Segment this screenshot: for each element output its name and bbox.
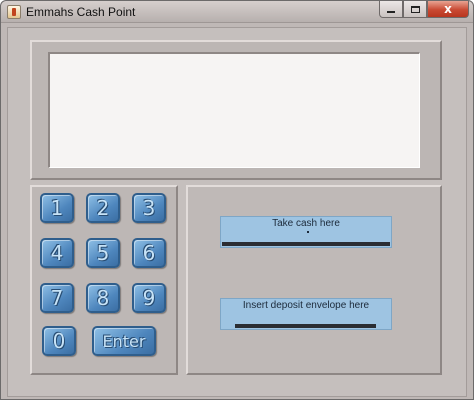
cash-slot: Take cash here bbox=[220, 216, 392, 248]
key-5[interactable]: 5 bbox=[86, 238, 120, 268]
key-1[interactable]: 1 bbox=[40, 193, 74, 223]
key-4[interactable]: 4 bbox=[40, 238, 74, 268]
maximize-button[interactable] bbox=[403, 1, 427, 18]
display-screen bbox=[48, 52, 420, 168]
key-3[interactable]: 3 bbox=[132, 193, 166, 223]
deposit-slot-label: Insert deposit envelope here bbox=[242, 300, 370, 311]
app-window: Emmahs Cash Point x 1 2 3 4 5 6 7 8 9 0 … bbox=[0, 0, 474, 400]
cash-slot-label: Take cash here bbox=[272, 218, 340, 229]
key-9[interactable]: 9 bbox=[132, 283, 166, 313]
cash-slot-opening bbox=[222, 242, 390, 246]
java-app-icon bbox=[7, 5, 21, 19]
deposit-slot-opening bbox=[235, 324, 376, 328]
maximize-icon bbox=[410, 5, 420, 13]
display-panel bbox=[30, 40, 442, 180]
key-0[interactable]: 0 bbox=[42, 326, 76, 356]
deposit-slot: Insert deposit envelope here bbox=[220, 298, 392, 330]
keypad-panel: 1 2 3 4 5 6 7 8 9 0 Enter bbox=[30, 185, 178, 375]
content-pane: 1 2 3 4 5 6 7 8 9 0 Enter Take cash here… bbox=[7, 27, 467, 397]
key-6[interactable]: 6 bbox=[132, 238, 166, 268]
minimize-button[interactable] bbox=[379, 1, 403, 18]
enter-button[interactable]: Enter bbox=[92, 326, 156, 356]
key-8[interactable]: 8 bbox=[86, 283, 120, 313]
key-7[interactable]: 7 bbox=[40, 283, 74, 313]
title-bar[interactable]: Emmahs Cash Point x bbox=[1, 1, 473, 23]
slot-panel: Take cash here Insert deposit envelope h… bbox=[186, 185, 442, 375]
close-icon: x bbox=[444, 2, 452, 16]
close-button[interactable]: x bbox=[427, 1, 469, 18]
minimize-icon bbox=[387, 11, 395, 13]
cash-slot-marker bbox=[307, 231, 309, 233]
key-2[interactable]: 2 bbox=[86, 193, 120, 223]
window-controls: x bbox=[379, 1, 469, 18]
window-title: Emmahs Cash Point bbox=[26, 5, 136, 19]
